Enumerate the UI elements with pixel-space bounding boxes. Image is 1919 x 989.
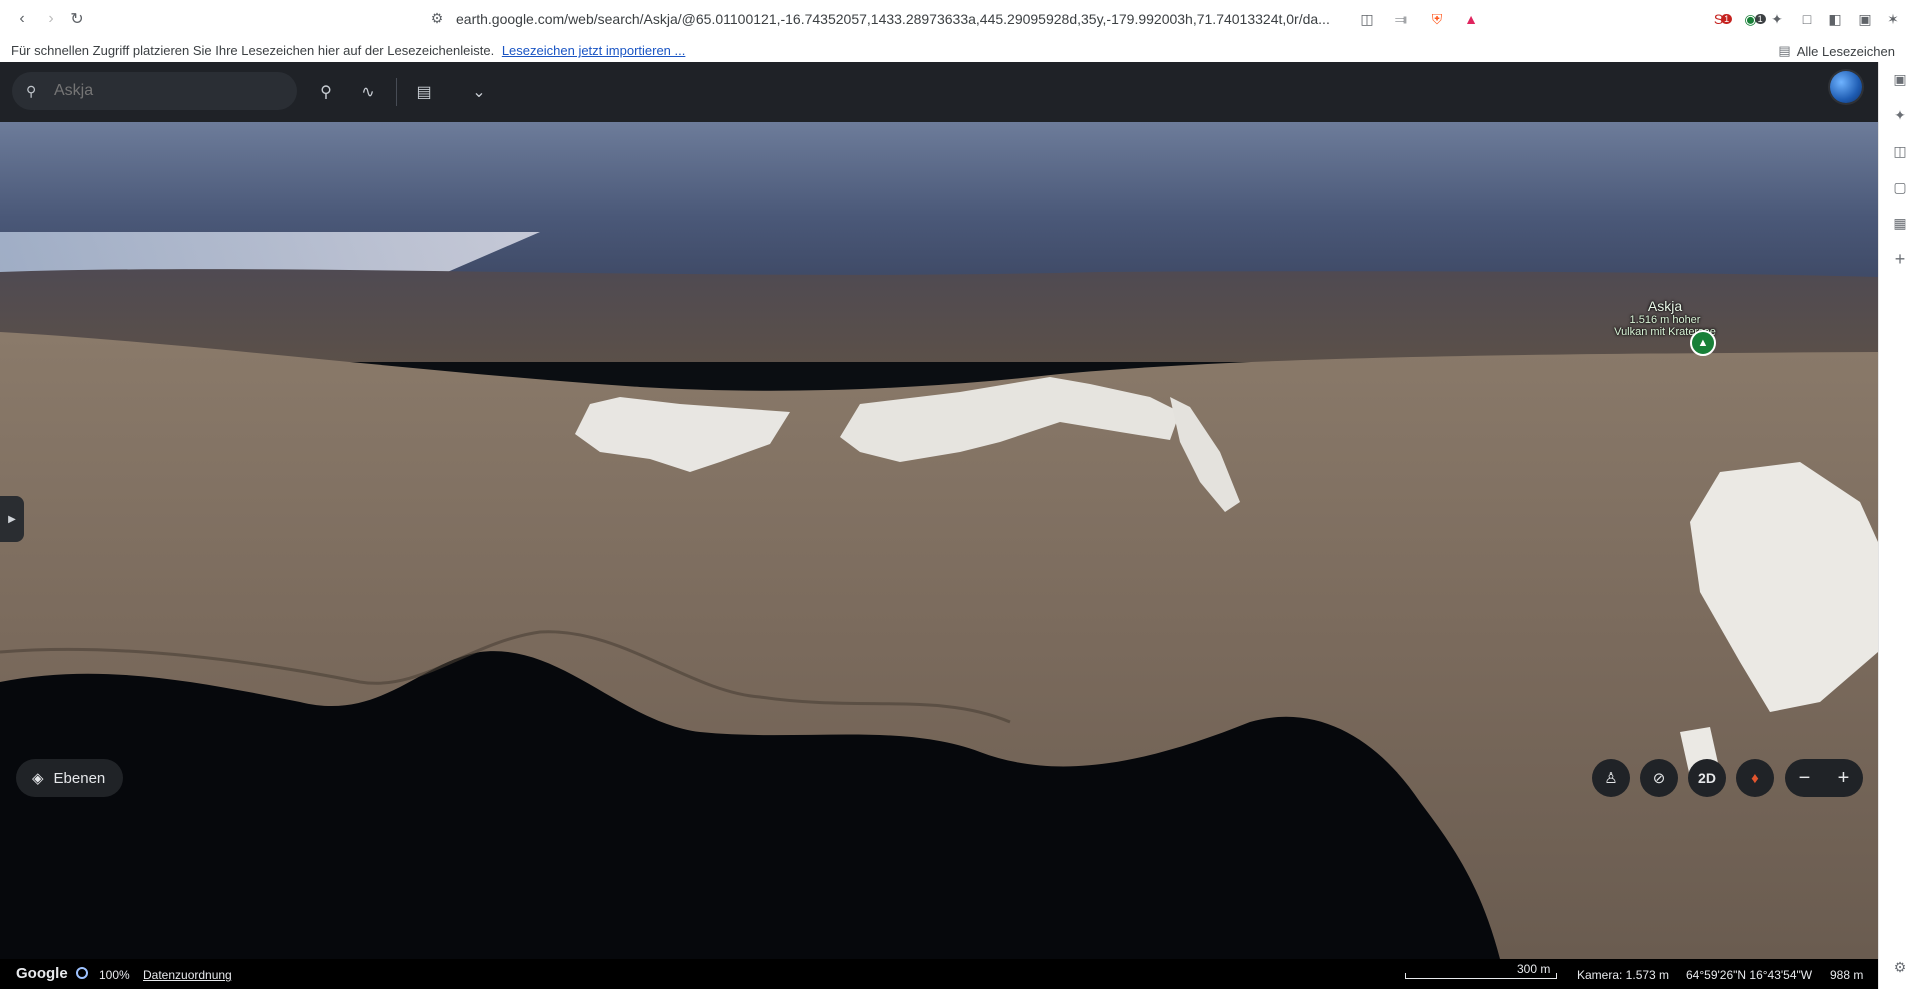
plain-band <box>0 269 1878 362</box>
wallet-icon[interactable]: □ <box>1796 8 1818 30</box>
account-avatar[interactable] <box>1830 71 1862 103</box>
chevron-down-icon[interactable]: ⌄ <box>466 79 492 105</box>
address-bar[interactable]: ⚙ earth.google.com/web/search/Askja/@65.… <box>382 4 1497 34</box>
wallet-icon[interactable]: ▣ <box>1891 70 1909 88</box>
map-viewport[interactable]: Askja 1.516 m hoher Vulkan mit Kratersee… <box>0 122 1878 959</box>
bookmarks-prompt: Für schnellen Zugriff platzieren Sie Ihr… <box>11 43 495 58</box>
expand-panel-chevron-icon[interactable]: ▶ <box>0 496 24 542</box>
import-bookmarks-link[interactable]: Lesezeichen jetzt importieren ... <box>502 43 686 58</box>
site-settings-icon[interactable]: ⚙ <box>426 7 448 29</box>
google-earth-app: ⚲ ⚲ ∿ ▤ ⌄ <box>0 62 1878 989</box>
brave-shield-icon[interactable]: ⛨ <box>1426 8 1448 30</box>
leo-ai-icon[interactable]: ✦ <box>1891 106 1909 124</box>
mountain-pin-icon[interactable]: ▲ <box>1690 330 1716 356</box>
zoom-controls: − + <box>1785 759 1863 797</box>
reload-icon[interactable]: ↻ <box>66 8 88 30</box>
scale-bar <box>1405 973 1557 979</box>
search-box[interactable]: ⚲ <box>12 72 297 110</box>
share-icon[interactable]: ⫥ <box>1390 8 1412 30</box>
badge-count: 1 <box>1721 14 1733 24</box>
pegman-icon[interactable]: ♙ <box>1592 759 1630 797</box>
google-logo: Google <box>16 965 68 982</box>
scale-label: 300 m <box>1517 962 1551 976</box>
place-title: Askja <box>1647 298 1683 314</box>
browser-toolbar: ‹ › ↻ ☐ ⚙ earth.google.com/web/search/As… <box>0 0 1919 38</box>
bookmarks-icon[interactable]: ◫ <box>1891 142 1909 160</box>
camera-altitude: Kamera: 1.573 m <box>1577 968 1670 982</box>
terrain-render <box>0 269 1878 959</box>
vpn-icon[interactable]: ▣ <box>1854 8 1876 30</box>
measure-icon[interactable]: ▤ <box>411 79 437 105</box>
history-icon[interactable]: ▢ <box>1891 178 1909 196</box>
layers-icon: ◈ <box>32 770 44 787</box>
extension-shield-icon[interactable]: ◉ 1 <box>1744 8 1766 30</box>
brave-rewards-icon[interactable]: ▲ <box>1460 8 1482 30</box>
compass-icon[interactable]: ♦ <box>1736 759 1774 797</box>
search-input[interactable] <box>52 81 276 101</box>
coordinates: 64°59'26"N 16°43'54"W <box>1686 968 1813 982</box>
status-bar: Google 100% Datenzuordnung 300 m Kamera:… <box>0 959 1878 989</box>
extensions-icon[interactable]: ✦ <box>1766 8 1788 30</box>
settings-icon[interactable]: ⚙ <box>1891 958 1909 976</box>
earth-toolbar: ⚲ ⚲ ∿ ▤ ⌄ <box>0 62 1878 122</box>
browser-sidebar: ▣ ✦ ◫ ▢ ▦ + ⚙ <box>1878 62 1919 989</box>
leo-icon[interactable]: ✶ <box>1882 8 1904 30</box>
url-text: earth.google.com/web/search/Askja/@65.01… <box>456 11 1330 27</box>
load-percent: 100% <box>99 968 130 982</box>
back-icon[interactable]: ‹ <box>11 8 33 30</box>
zoom-out-button[interactable]: − <box>1799 767 1811 790</box>
zoom-in-button[interactable]: + <box>1838 767 1850 790</box>
folder-icon: ▤ <box>1778 43 1791 58</box>
elevation: 988 m <box>1830 968 1864 982</box>
all-bookmarks-button[interactable]: ▤ Alle Lesezeichen <box>1778 43 1895 59</box>
bookmarks-bar: Für schnellen Zugriff platzieren Sie Ihr… <box>0 38 1919 62</box>
badge-count: 1 <box>1754 14 1766 24</box>
orbit-off-icon[interactable]: ⊘ <box>1640 759 1678 797</box>
data-attribution-link[interactable]: Datenzuordnung <box>143 968 232 982</box>
sidebar-toggle-icon[interactable]: ◧ <box>1824 8 1846 30</box>
toolbar-divider <box>396 78 397 106</box>
loading-ring-icon <box>76 967 88 979</box>
reading-list-icon[interactable]: ▦ <box>1891 214 1909 232</box>
place-subtitle-1: 1.516 m hoher <box>1629 314 1701 326</box>
toggle-2d-button[interactable]: 2D <box>1688 759 1726 797</box>
cast-icon[interactable]: ◫ <box>1356 8 1378 30</box>
forward-icon[interactable]: › <box>40 8 62 30</box>
layers-button[interactable]: ◈ Ebenen <box>16 759 123 797</box>
search-icon: ⚲ <box>26 83 37 99</box>
add-panel-icon[interactable]: + <box>1891 249 1909 269</box>
layers-label: Ebenen <box>53 769 106 787</box>
draw-path-icon[interactable]: ∿ <box>355 79 381 105</box>
place-marker-icon[interactable]: ⚲ <box>313 79 339 105</box>
all-bookmarks-label: Alle Lesezeichen <box>1796 43 1895 59</box>
extension-s-icon[interactable]: S1 <box>1712 8 1734 30</box>
